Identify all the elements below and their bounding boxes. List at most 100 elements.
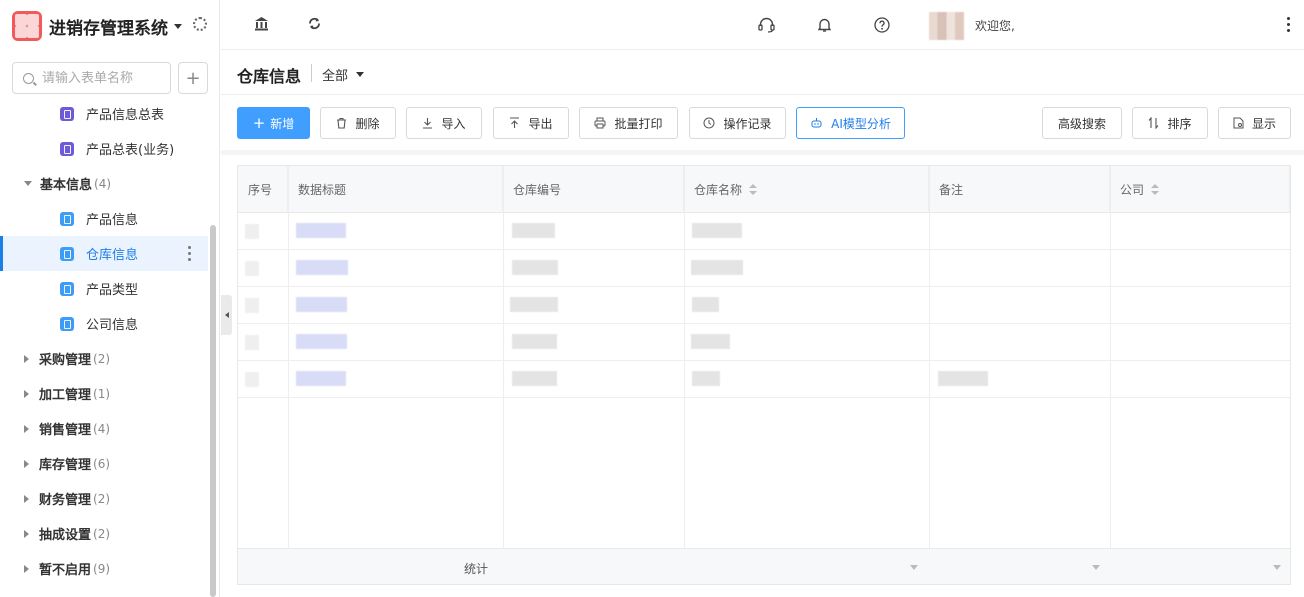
refresh-icon[interactable] — [308, 17, 321, 30]
column-header-note[interactable]: 备注 — [929, 166, 1110, 213]
delete-button-label: 删除 — [355, 116, 380, 131]
header-divider — [221, 94, 1304, 95]
batch-print-label: 批量打印 — [614, 116, 663, 131]
trash-icon — [337, 117, 347, 129]
sidebar-item-label: 仓库信息 — [86, 248, 139, 263]
caret-right-icon — [24, 424, 29, 433]
sort-icon[interactable] — [1151, 183, 1160, 195]
form-doc-icon — [60, 316, 74, 331]
chevron-down-icon[interactable] — [910, 565, 918, 570]
caret-down-icon — [24, 181, 32, 186]
view-filter-label: 全部 — [322, 69, 349, 84]
headset-icon[interactable] — [758, 17, 775, 33]
bell-icon[interactable] — [818, 17, 831, 33]
sidebar-item-label: 产品总表(业务) — [86, 143, 175, 158]
more-vertical-icon[interactable] — [188, 246, 192, 262]
caret-right-icon — [24, 389, 29, 398]
chevron-down-icon — [356, 72, 365, 77]
sidebar-item-company-info[interactable]: 公司信息 — [0, 306, 208, 341]
app-logo-icon — [12, 11, 42, 41]
sidebar-group-purchase[interactable]: 采购管理 (2) — [0, 341, 208, 376]
sidebar-scrollbar[interactable] — [210, 225, 216, 597]
sidebar-group-count: (2) — [93, 526, 111, 541]
bank-icon[interactable] — [254, 16, 269, 31]
sidebar-group-disabled[interactable]: 暂不启用 (9) — [0, 551, 208, 586]
avatar[interactable] — [929, 12, 964, 40]
sidebar-item-product-info[interactable]: 产品信息 — [0, 201, 208, 236]
caret-right-icon — [24, 564, 29, 573]
sidebar-group-count: (9) — [93, 561, 111, 576]
view-filter-dropdown[interactable]: 全部 — [322, 65, 365, 84]
column-header-warehouse-code[interactable]: 仓库编号 — [503, 166, 684, 213]
robot-icon — [811, 118, 822, 128]
form-doc-icon — [60, 211, 74, 226]
sidebar-group-sales[interactable]: 销售管理 (4) — [0, 411, 208, 446]
ai-analysis-button[interactable]: AI模型分析 — [796, 107, 905, 139]
display-button[interactable]: 显示 — [1218, 107, 1291, 139]
chevron-down-icon[interactable] — [1092, 565, 1100, 570]
form-doc-icon — [60, 106, 74, 121]
search-input[interactable] — [42, 70, 162, 86]
sidebar-collapse-handle[interactable] — [221, 295, 232, 335]
form-doc-icon — [60, 141, 74, 156]
app-brand[interactable]: 进销存管理系统 — [12, 10, 182, 42]
add-form-button[interactable]: + — [178, 62, 208, 94]
more-vertical-icon[interactable] — [1287, 17, 1290, 35]
sidebar-item-product-type[interactable]: 产品类型 — [0, 271, 208, 306]
form-search[interactable] — [12, 62, 171, 94]
app-title: 进销存管理系统 — [49, 18, 168, 39]
new-button[interactable]: + 新增 — [237, 107, 310, 139]
sort-button-label: 排序 — [1167, 116, 1192, 131]
table-row[interactable] — [238, 361, 1290, 398]
import-button[interactable]: 导入 — [406, 107, 482, 139]
table-row[interactable] — [238, 287, 1290, 324]
chevron-down-icon[interactable] — [174, 23, 182, 29]
sidebar-group-label: 抽成设置 — [39, 528, 92, 543]
table-footer: 统计 — [238, 548, 1290, 584]
operation-log-button[interactable]: 操作记录 — [689, 107, 786, 139]
sidebar-item-product-business[interactable]: 产品总表(业务) — [0, 131, 208, 166]
caret-right-icon — [24, 494, 29, 503]
sidebar-group-label: 暂不启用 — [39, 563, 92, 578]
sidebar-group-basic-info[interactable]: 基本信息 (4) — [0, 166, 208, 201]
column-header-warehouse-name[interactable]: 仓库名称 — [684, 166, 929, 213]
upload-icon — [510, 117, 520, 128]
sidebar-group-count: (4) — [94, 176, 112, 191]
document-settings-icon — [1233, 117, 1244, 129]
advanced-search-button[interactable]: 高级搜索 — [1042, 107, 1122, 139]
sidebar-group-count: (2) — [93, 491, 111, 506]
operation-log-label: 操作记录 — [723, 116, 772, 131]
sidebar-item-product-master[interactable]: 产品信息总表 — [0, 96, 208, 131]
caret-right-icon — [24, 459, 29, 468]
sidebar-group-processing[interactable]: 加工管理 (1) — [0, 376, 208, 411]
table-row[interactable] — [238, 324, 1290, 361]
sidebar-group-count: (1) — [93, 386, 111, 401]
sidebar-group-commission[interactable]: 抽成设置 (2) — [0, 516, 208, 551]
caret-right-icon — [24, 529, 29, 538]
chevron-down-icon[interactable] — [1273, 565, 1281, 570]
summary-label: 统计 — [464, 562, 489, 576]
column-header-company[interactable]: 公司 — [1110, 166, 1290, 213]
clock-icon — [703, 117, 715, 129]
sidebar-group-label: 基本信息 — [40, 178, 93, 193]
sort-icon[interactable] — [749, 183, 758, 195]
table-row[interactable] — [238, 250, 1290, 287]
table-row[interactable] — [238, 213, 1290, 250]
batch-print-button[interactable]: 批量打印 — [579, 107, 678, 139]
sidebar-item-warehouse-info[interactable]: 仓库信息 — [0, 236, 208, 271]
welcome-text: 欢迎您, — [975, 19, 1015, 33]
export-button[interactable]: 导出 — [493, 107, 569, 139]
sort-button[interactable]: 排序 — [1132, 107, 1208, 139]
sidebar-group-inventory[interactable]: 库存管理 (6) — [0, 446, 208, 481]
form-doc-icon — [60, 281, 74, 296]
nav-tree: 产品信息总表 产品总表(业务) 基本信息 (4) 产品信息 仓库信息 产品类型 … — [0, 96, 208, 586]
export-button-label: 导出 — [528, 116, 553, 131]
column-header-title[interactable]: 数据标题 — [288, 166, 503, 213]
column-header-index: 序号 — [238, 166, 288, 213]
caret-left-icon — [224, 312, 229, 318]
gear-icon[interactable] — [193, 17, 207, 31]
sidebar-group-finance[interactable]: 财务管理 (2) — [0, 481, 208, 516]
download-icon — [423, 118, 433, 129]
help-icon[interactable] — [874, 17, 890, 33]
delete-button[interactable]: 删除 — [320, 107, 396, 139]
